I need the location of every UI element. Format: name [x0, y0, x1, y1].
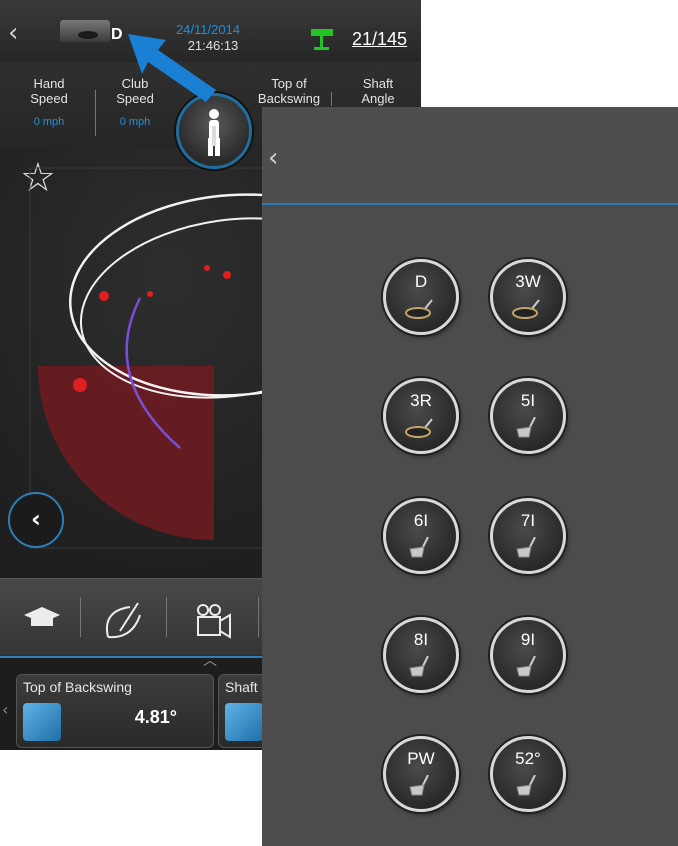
- metric-label: Shaft Angle: [361, 76, 395, 106]
- club-button-label: 3R: [410, 391, 432, 410]
- metric-value: 0 mph: [33, 116, 65, 128]
- club-button-label: 7I: [520, 511, 536, 530]
- shaft-icon: [225, 703, 263, 741]
- divider: [80, 597, 81, 637]
- video-camera-icon[interactable]: [192, 601, 236, 641]
- wood-club-icon: [405, 299, 433, 319]
- club-select-header: ‹: [262, 107, 678, 205]
- graduation-cap-icon[interactable]: [22, 603, 62, 633]
- result-card-top-of-backswing[interactable]: Top of Backswing 4.81°: [16, 674, 214, 748]
- divider: [166, 597, 167, 637]
- metric-value: 0 mph: [119, 116, 151, 128]
- club-button[interactable]: 5I: [490, 378, 566, 454]
- club-button[interactable]: 8I: [383, 617, 459, 693]
- backswing-icon: [23, 703, 61, 741]
- club-button[interactable]: 9I: [490, 617, 566, 693]
- iron-club-icon: [409, 537, 429, 558]
- club-button-label: 52°: [515, 749, 541, 768]
- club-button-label: 5I: [520, 391, 536, 410]
- divider: [258, 597, 259, 637]
- result-card-title: Shaft: [225, 679, 258, 695]
- club-button[interactable]: 52°: [490, 736, 566, 812]
- scroll-left-icon[interactable]: ‹: [2, 700, 8, 719]
- metric-label: Hand Speed: [30, 76, 68, 106]
- club-select-screen: ‹ D 3W 3R 5I 6I 7I 8I 9I PW 52°: [262, 107, 678, 846]
- club-thumbnail[interactable]: [60, 20, 110, 42]
- previous-shot-button[interactable]: ‹: [8, 492, 64, 548]
- club-button[interactable]: 3W: [490, 259, 566, 335]
- iron-club-icon: [516, 417, 536, 438]
- iron-club-icon: [409, 656, 429, 677]
- divider: [331, 92, 332, 106]
- club-button-label: D: [414, 272, 428, 291]
- shot-counter[interactable]: 21/145: [352, 29, 407, 50]
- back-icon[interactable]: ‹: [268, 143, 278, 173]
- club-button-label: 3W: [515, 272, 541, 291]
- club-button[interactable]: 7I: [490, 498, 566, 574]
- iron-club-icon: [516, 775, 536, 796]
- metric-shaft-angle: Shaft Angle: [333, 76, 421, 106]
- flag-icon: [311, 29, 333, 50]
- iron-club-icon: [516, 537, 536, 558]
- club-button[interactable]: D: [383, 259, 459, 335]
- metric-label: Top of Backswing: [257, 76, 321, 106]
- club-button-label: 9I: [520, 630, 536, 649]
- expand-icon[interactable]: ︿: [203, 650, 217, 670]
- club-button[interactable]: 3R: [383, 378, 459, 454]
- result-card-title: Top of Backswing: [23, 679, 132, 695]
- club-button-label: 8I: [413, 630, 429, 649]
- club-button-label: PW: [407, 749, 435, 768]
- club-button[interactable]: 6I: [383, 498, 459, 574]
- wood-club-icon: [405, 418, 433, 438]
- metric-top-of-backswing: Top of Backswing: [244, 76, 334, 106]
- club-button[interactable]: PW: [383, 736, 459, 812]
- club-button-label: 6I: [413, 511, 429, 530]
- iron-club-icon: [409, 775, 429, 796]
- back-icon[interactable]: ‹: [8, 18, 18, 48]
- pointer-arrow: [128, 34, 216, 102]
- metric-hand-speed: Hand Speed 0 mph: [4, 76, 94, 130]
- iron-club-icon: [516, 656, 536, 677]
- result-card-value: 4.81°: [134, 707, 177, 727]
- swing-path-icon[interactable]: [100, 597, 146, 643]
- wood-club-icon: [512, 299, 540, 319]
